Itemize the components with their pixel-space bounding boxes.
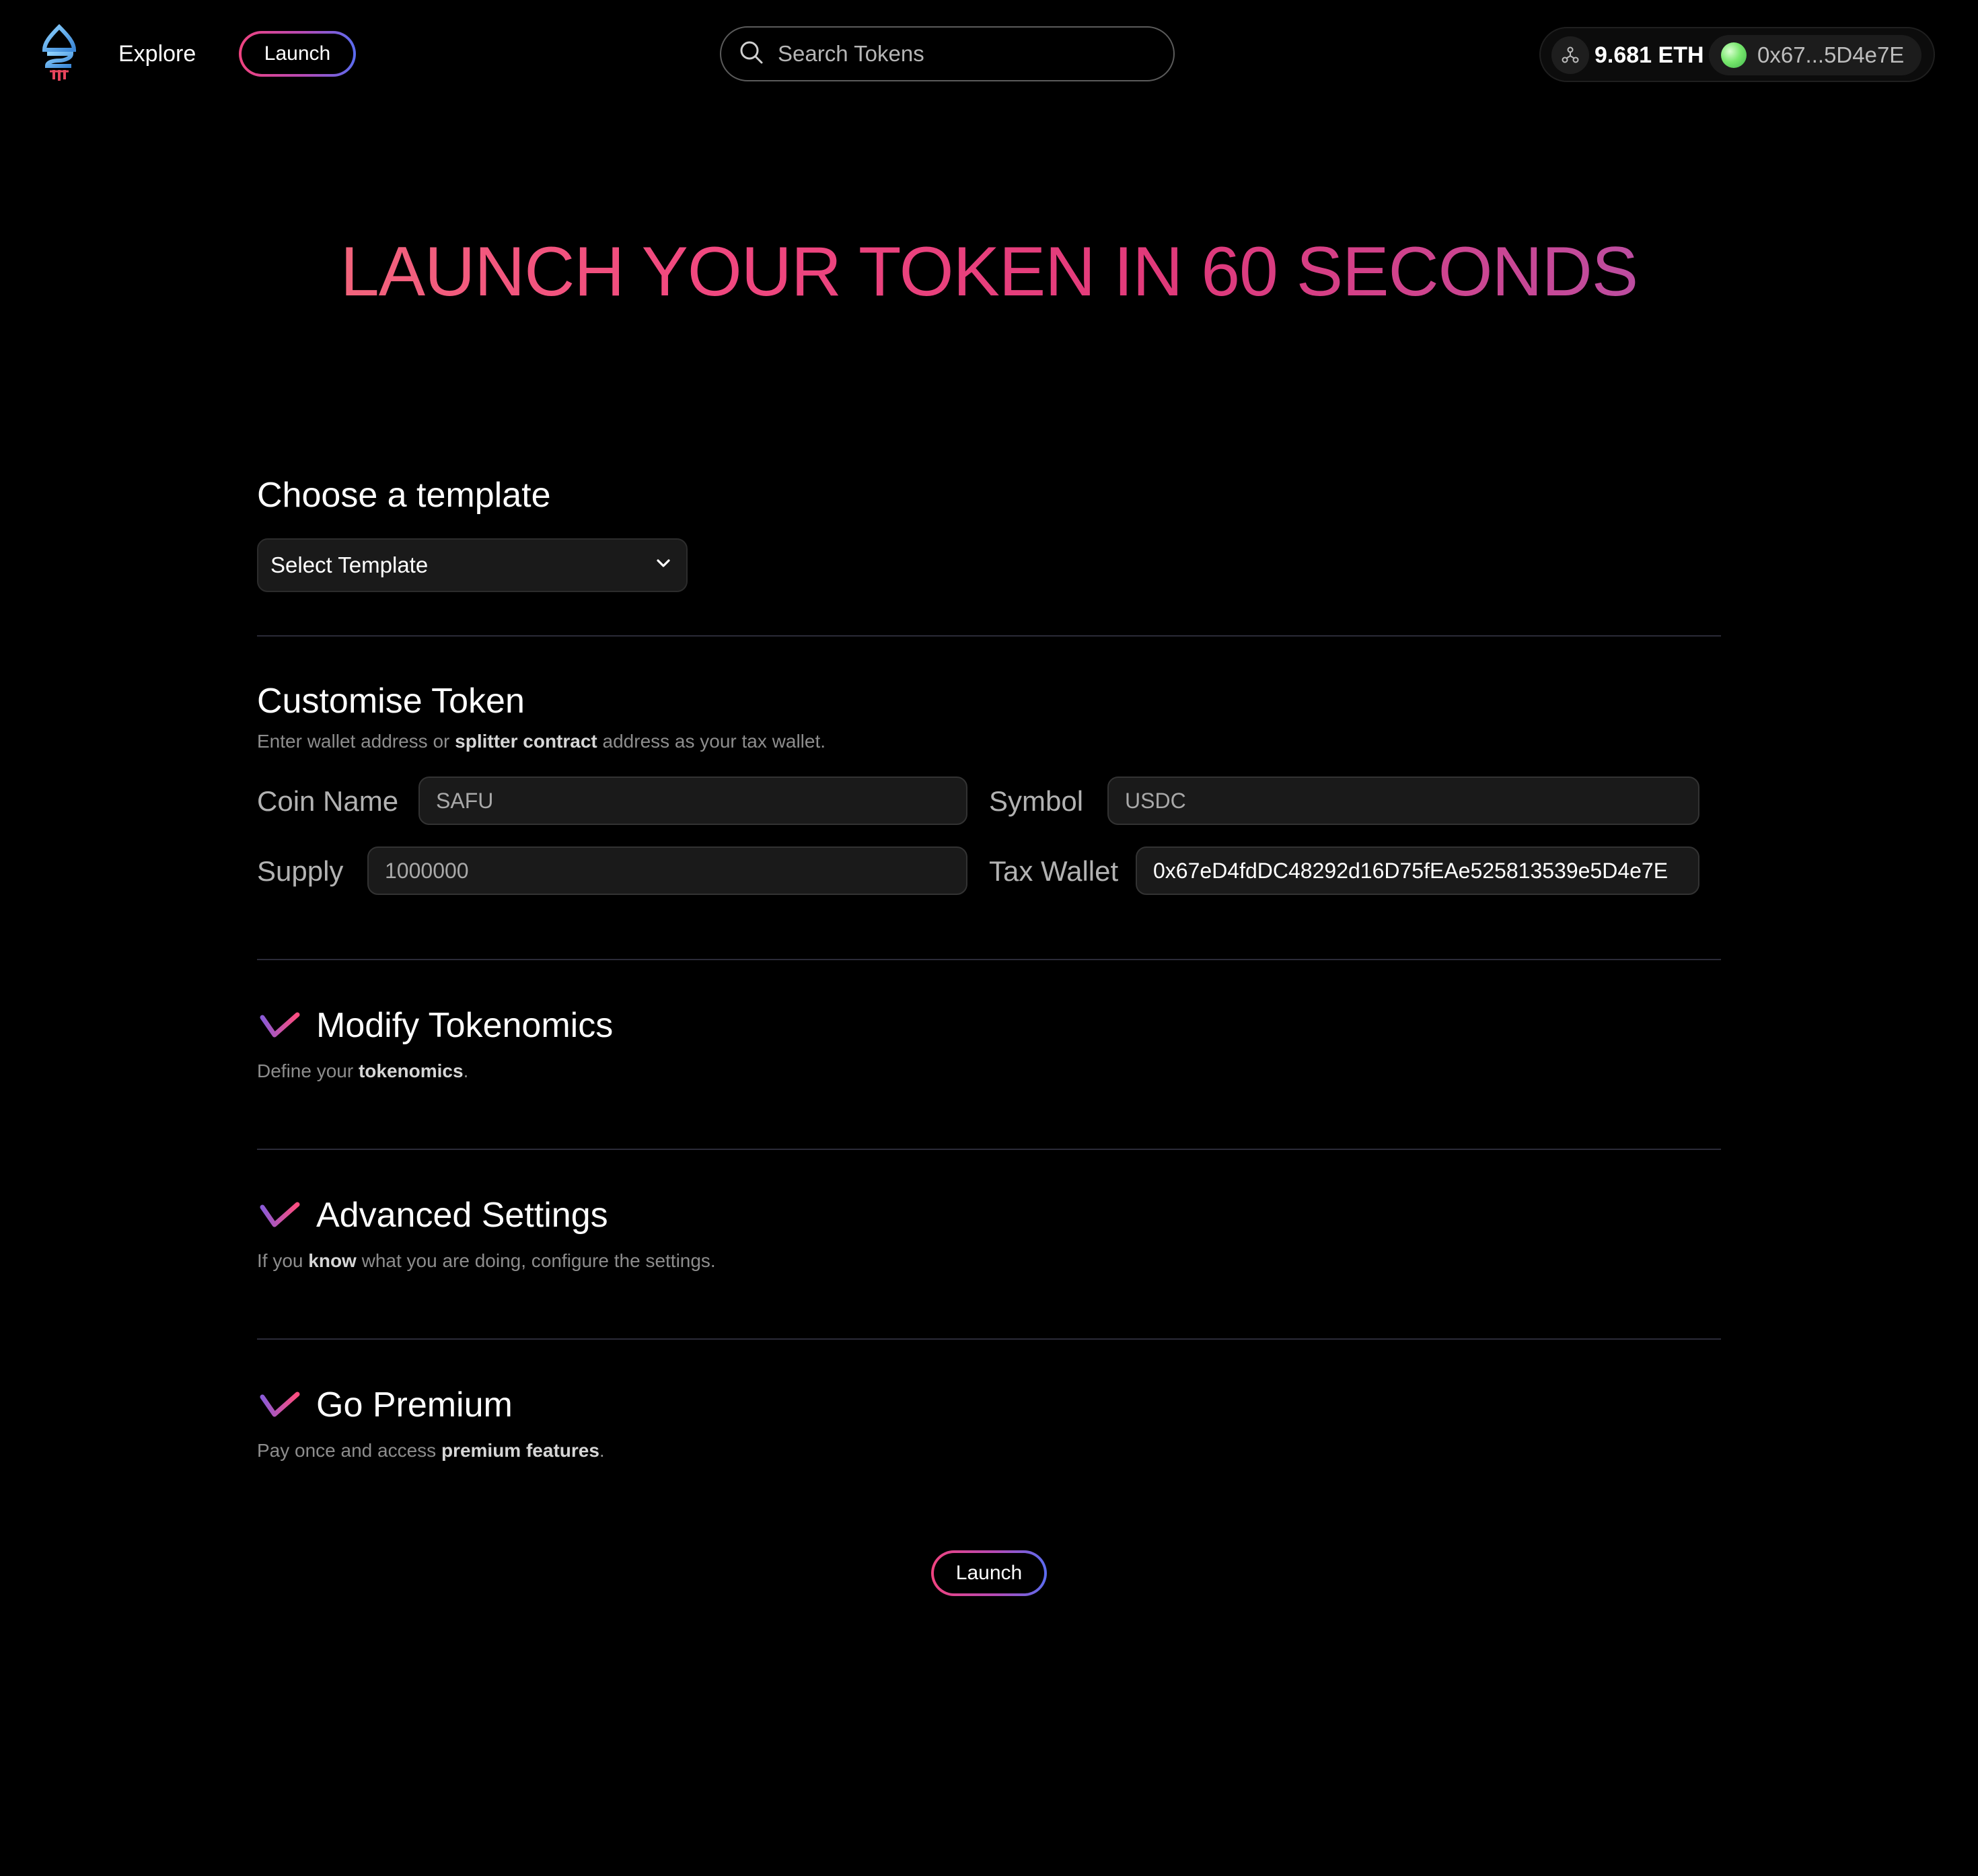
tax-wallet-input[interactable] xyxy=(1136,846,1699,895)
expand-chevron-icon xyxy=(260,1202,300,1227)
section-divider xyxy=(257,1149,1721,1150)
symbol-input[interactable] xyxy=(1107,777,1699,825)
nav-launch-button[interactable]: Launch xyxy=(239,31,356,77)
launch-button[interactable]: Launch xyxy=(931,1550,1047,1596)
premium-description: Pay once and access premium features. xyxy=(257,1440,605,1461)
logo-icon[interactable] xyxy=(38,24,81,81)
advanced-description: If you know what you are doing, configur… xyxy=(257,1250,716,1271)
symbol-label: Symbol xyxy=(989,785,1084,817)
customise-description: Enter wallet address or splitter contrac… xyxy=(257,731,826,752)
wallet-address-button[interactable]: 0x67...5D4e7E xyxy=(1709,35,1921,75)
advanced-expand-toggle[interactable] xyxy=(258,1202,301,1235)
supply-input[interactable] xyxy=(367,846,967,895)
template-select-value: Select Template xyxy=(270,552,429,577)
section-divider xyxy=(257,959,1721,960)
tokenomics-section-title[interactable]: Modify Tokenomics xyxy=(316,1004,613,1047)
section-divider xyxy=(257,635,1721,637)
search-bar[interactable] xyxy=(720,26,1175,81)
template-section-title: Choose a template xyxy=(257,476,551,515)
tax-wallet-label: Tax Wallet xyxy=(989,855,1119,887)
wallet-status-icon xyxy=(1721,42,1747,68)
wallet-address: 0x67...5D4e7E xyxy=(1757,42,1905,67)
premium-expand-toggle[interactable] xyxy=(258,1392,301,1424)
search-input[interactable] xyxy=(778,41,1155,67)
coin-name-input[interactable] xyxy=(418,777,967,825)
supply-label: Supply xyxy=(257,855,344,887)
section-divider xyxy=(257,1338,1721,1340)
nav-explore-link[interactable]: Explore xyxy=(118,39,196,69)
expand-chevron-icon xyxy=(260,1392,300,1417)
coin-name-label: Coin Name xyxy=(257,785,399,817)
premium-section-title[interactable]: Go Premium xyxy=(316,1383,513,1427)
launch-button-label: Launch xyxy=(955,1562,1023,1584)
tokenomics-description: Define your tokenomics. xyxy=(257,1060,469,1081)
tokenomics-expand-toggle[interactable] xyxy=(258,1012,301,1045)
customise-section-title: Customise Token xyxy=(257,682,525,721)
eth-balance: 9.681 ETH xyxy=(1595,42,1704,68)
nav-launch-label: Launch xyxy=(264,42,331,65)
hero-title: LAUNCH YOUR TOKEN IN 60 SECONDS xyxy=(0,231,1978,312)
network-icon[interactable] xyxy=(1551,36,1589,74)
expand-chevron-icon xyxy=(260,1012,300,1038)
chevron-down-icon xyxy=(654,552,673,578)
advanced-section-title[interactable]: Advanced Settings xyxy=(316,1194,608,1237)
template-select[interactable]: Select Template xyxy=(257,538,688,592)
search-icon xyxy=(739,40,764,69)
